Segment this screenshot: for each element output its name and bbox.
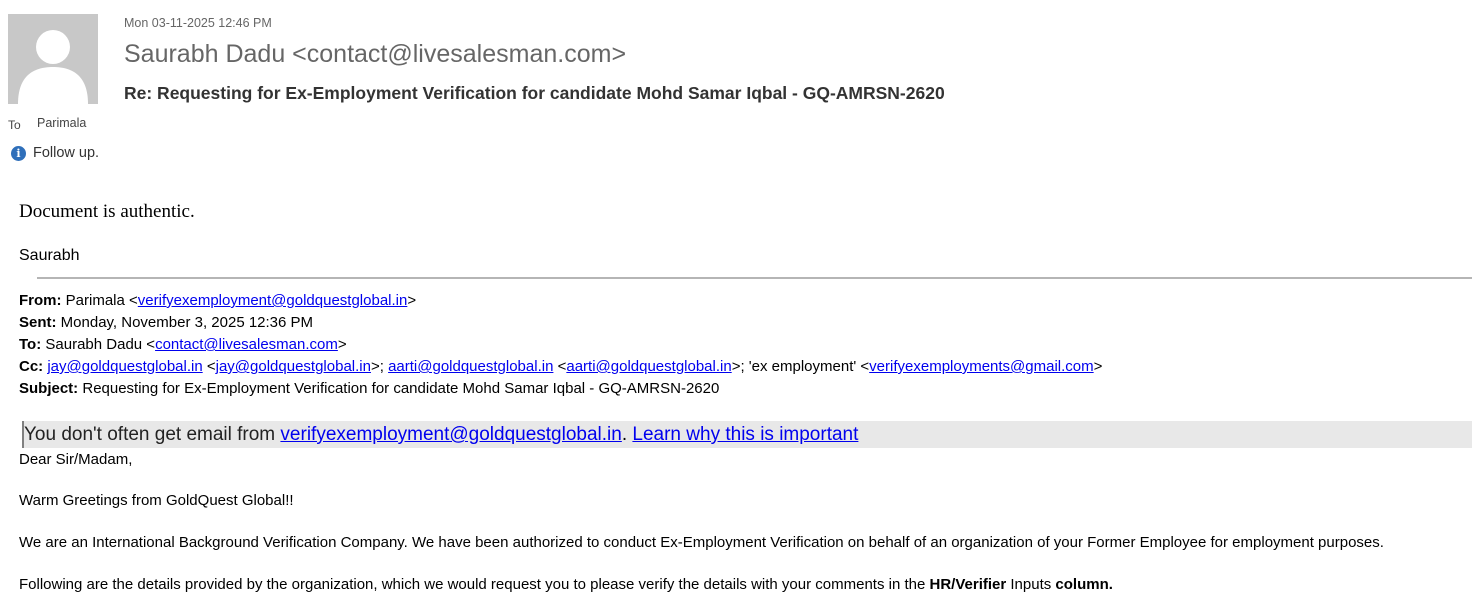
warm-greetings-text: Warm Greetings from GoldQuest Global!!: [19, 492, 294, 509]
following-pre: Following are the details provided by th…: [19, 576, 930, 593]
fwd-to-email-link[interactable]: contact@livesalesman.com: [155, 336, 338, 353]
cc-separator: >;: [370, 358, 389, 375]
fwd-from-close: >: [407, 292, 417, 309]
fwd-cc-label: Cc:: [19, 358, 44, 375]
banner-text: You don't often get email from: [24, 424, 281, 445]
intro-text: We are an International Background Verif…: [19, 534, 1384, 551]
greeting-text: Dear Sir/Madam,: [19, 451, 133, 468]
following-mid: Inputs: [1006, 576, 1056, 593]
forwarded-header: From: Parimala <verifyexemployment@goldq…: [19, 290, 1102, 400]
column-bold: column.: [1055, 576, 1113, 593]
email-subject: Re: Requesting for Ex-Employment Verific…: [124, 83, 945, 103]
sent-date: Mon 03-11-2025 12:46 PM: [124, 16, 272, 30]
fwd-subject-label: Subject:: [19, 380, 79, 397]
followup-label: Follow up.: [33, 145, 100, 161]
followup-flag[interactable]: i Follow up.: [11, 145, 99, 161]
fwd-sent-label: Sent:: [19, 314, 57, 331]
fwd-to-row: To: Saurabh Dadu <contact@livesalesman.c…: [19, 334, 1102, 356]
cc-separator: <: [202, 358, 216, 375]
person-silhouette-icon: [18, 30, 88, 104]
fwd-subject-value: Requesting for Ex-Employment Verificatio…: [82, 380, 720, 397]
hr-verifier-bold: HR/Verifier: [929, 576, 1007, 593]
fwd-to-label: To:: [19, 336, 42, 353]
reply-signature: Saurabh: [19, 247, 80, 264]
cc-exemployment-email-link[interactable]: verifyexemployments@gmail.com: [869, 358, 1093, 375]
fwd-from-row: From: Parimala <verifyexemployment@goldq…: [19, 290, 1102, 312]
cc-aarti-email-link[interactable]: aarti@goldquestglobal.in: [566, 358, 731, 375]
fwd-subject-row: Subject: Requesting for Ex-Employment Ve…: [19, 378, 1102, 400]
sender-avatar[interactable]: [8, 14, 98, 104]
info-icon: i: [11, 145, 26, 161]
cc-aarti-link[interactable]: aarti@goldquestglobal.in: [388, 358, 553, 375]
cc-close: >: [1093, 358, 1103, 375]
fwd-to-close: >: [337, 336, 347, 353]
message-divider: [37, 277, 1472, 279]
following-text: Following are the details provided by th…: [19, 576, 1113, 593]
learn-why-important-link[interactable]: Learn why this is important: [632, 424, 858, 445]
cc-separator: >; 'ex employment' <: [731, 358, 870, 375]
cc-separator: <: [553, 358, 567, 375]
email-reading-pane: Mon 03-11-2025 12:46 PM Saurabh Dadu <co…: [0, 0, 1472, 611]
external-sender-warning-banner: You don't often get email from verifyexe…: [22, 421, 1472, 448]
fwd-sent-row: Sent: Monday, November 3, 2025 12:36 PM: [19, 312, 1102, 334]
fwd-from-email-link[interactable]: verifyexemployment@goldquestglobal.in: [138, 292, 408, 309]
cc-jay-email-link[interactable]: jay@goldquestglobal.in: [216, 358, 371, 375]
banner-sender-email-link[interactable]: verifyexemployment@goldquestglobal.in: [280, 424, 621, 445]
to-label: To: [8, 118, 21, 132]
fwd-to-name: Saurabh Dadu <: [45, 336, 156, 353]
fwd-from-label: From:: [19, 292, 62, 309]
banner-dot: .: [621, 424, 633, 445]
fwd-cc-row: Cc: jay@goldquestglobal.in <jay@goldques…: [19, 356, 1102, 378]
recipient-name[interactable]: Parimala: [37, 116, 86, 130]
reply-body-text: Document is authentic.: [19, 201, 195, 222]
fwd-from-name: Parimala <: [65, 292, 138, 309]
sender-name[interactable]: Saurabh Dadu <contact@livesalesman.com>: [124, 40, 626, 69]
fwd-sent-value: Monday, November 3, 2025 12:36 PM: [60, 314, 314, 331]
cc-jay-link[interactable]: jay@goldquestglobal.in: [47, 358, 202, 375]
